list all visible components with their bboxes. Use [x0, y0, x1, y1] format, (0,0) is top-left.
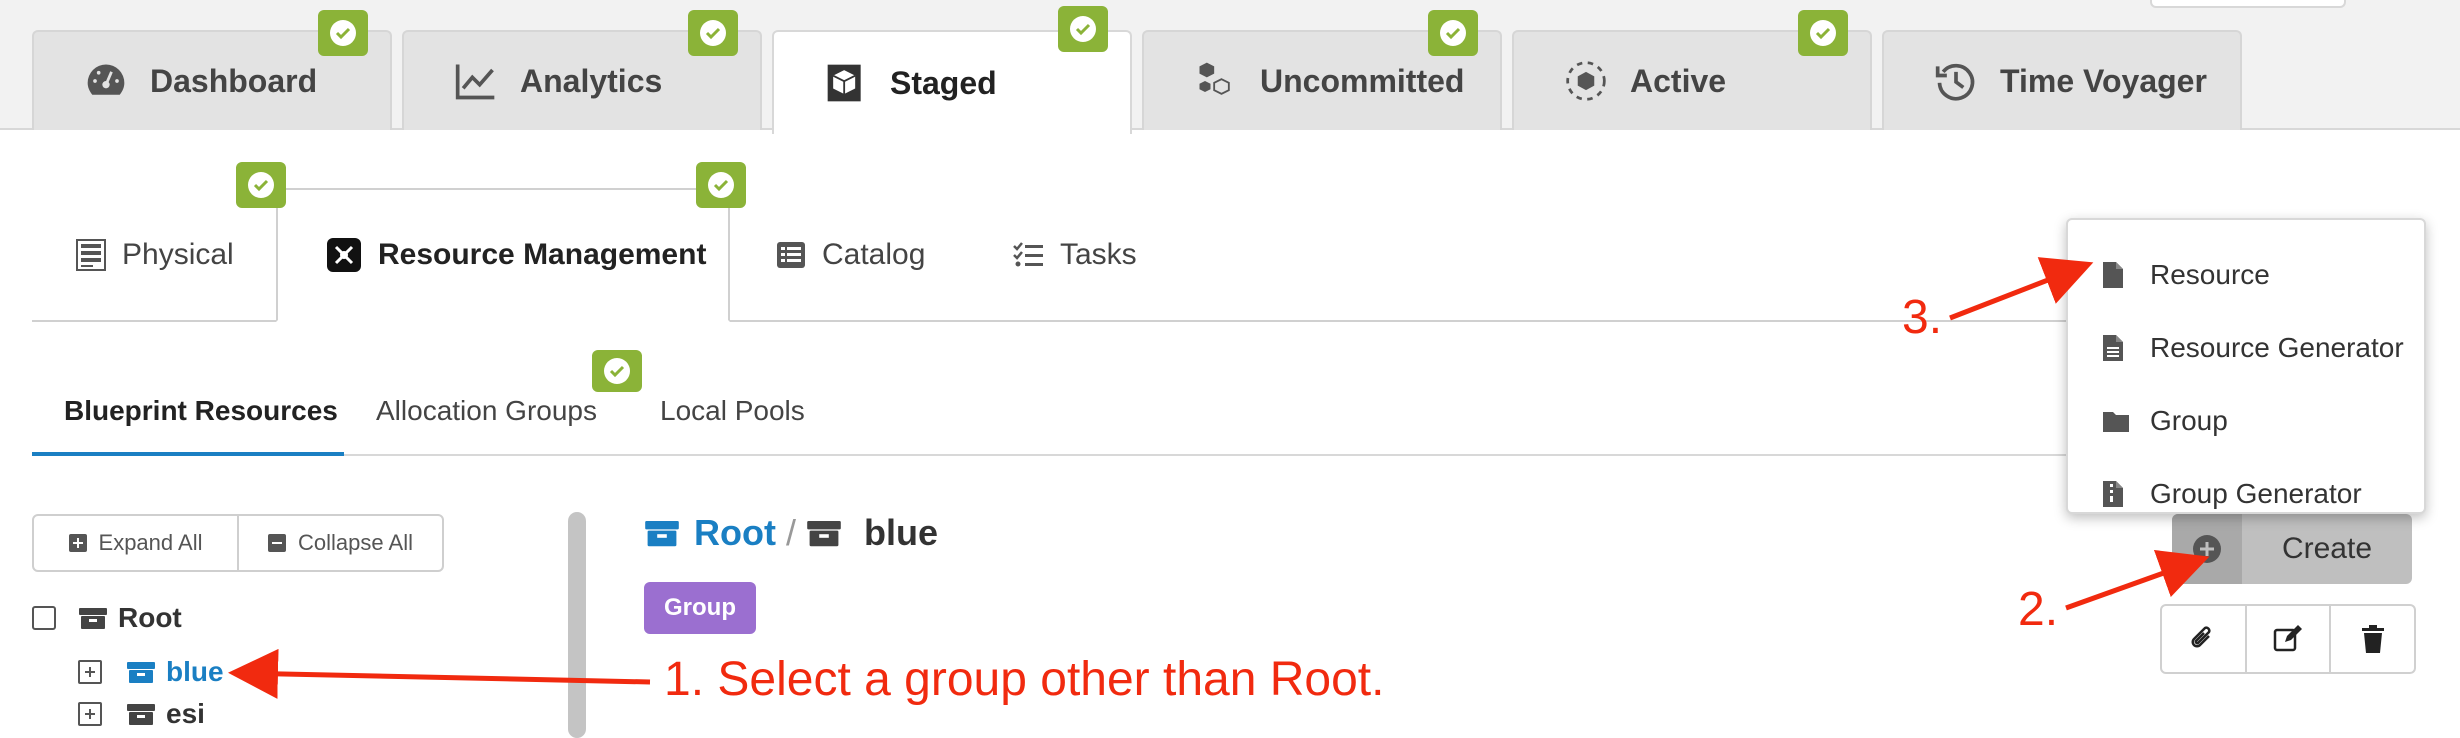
- check-icon: [688, 10, 738, 56]
- delete-button[interactable]: [2329, 606, 2414, 672]
- breadcrumb: Root / blue: [644, 512, 938, 554]
- arrow-to-blue: [228, 648, 651, 699]
- menu-item-label: Group: [2150, 404, 2228, 436]
- subtab-label: Tasks: [1060, 238, 1137, 271]
- expand-icon[interactable]: [78, 660, 102, 684]
- tab-label: Dashboard: [150, 62, 318, 99]
- archive-icon: [645, 521, 679, 547]
- archive-icon: [807, 521, 841, 547]
- type-badge: Group: [644, 582, 756, 634]
- tree-node-label: esi: [166, 698, 205, 729]
- expand-all-label: Expand All: [98, 530, 203, 555]
- check-icon: [1058, 6, 1108, 52]
- menu-item-label: Resource Generator: [2150, 331, 2404, 363]
- breadcrumb-current: blue: [863, 512, 938, 553]
- tab-blueprint-resources[interactable]: Blueprint Resources: [64, 395, 338, 427]
- chart-line-icon: [450, 59, 502, 103]
- paperclip-icon: [2191, 626, 2211, 648]
- check-icon: [1798, 10, 1848, 56]
- tab-label: Time Voyager: [2000, 62, 2207, 99]
- tab-label: Active: [1630, 62, 1727, 99]
- gauge-icon: [80, 59, 132, 103]
- menu-item-label: Resource: [2150, 258, 2270, 290]
- server-icon: [76, 239, 106, 271]
- tab-label: Analytics: [520, 62, 663, 99]
- collapse-all-label: Collapse All: [298, 530, 413, 555]
- subtab-label: Catalog: [822, 238, 926, 271]
- root-checkbox[interactable]: [32, 606, 56, 630]
- attach-button[interactable]: [2162, 606, 2245, 672]
- minus-square-icon: [268, 534, 287, 552]
- check-icon: [592, 350, 642, 392]
- check-icon: [1428, 10, 1478, 56]
- menu-item-group-generator[interactable]: Group Generator: [2068, 457, 2424, 530]
- arrow-to-resource: [1949, 257, 2094, 321]
- file-icon: [2102, 261, 2132, 289]
- top-right-control[interactable]: [2150, 0, 2346, 8]
- tree-node-root[interactable]: Root: [32, 602, 182, 634]
- subtab-catalog[interactable]: Catalog: [776, 188, 925, 322]
- tab-label: Staged: [890, 64, 997, 101]
- tree-node-label: Root: [118, 602, 182, 633]
- annotation-step-3: 3.: [1902, 291, 1943, 344]
- tab-local-pools[interactable]: Local Pools: [660, 395, 805, 427]
- collapse-all-button[interactable]: Collapse All: [237, 516, 442, 570]
- tree-node-label: blue: [166, 656, 224, 687]
- tab-time-voyager[interactable]: Time Voyager: [1882, 30, 2242, 130]
- cubes-icon: [1190, 59, 1242, 103]
- folder-icon: [2102, 409, 2132, 433]
- page: Dashboard Analytics Staged Uncommitted A…: [0, 0, 2460, 738]
- tree-node-esi[interactable]: esi: [78, 698, 205, 730]
- active-cube-icon: [1560, 59, 1612, 103]
- subtab-label: Physical: [122, 238, 234, 271]
- file-zip-icon: [2102, 480, 2132, 508]
- list-icon: [776, 241, 806, 269]
- active-tab-indicator: [32, 452, 344, 456]
- history-icon: [1930, 59, 1982, 103]
- subtab-physical[interactable]: Physical: [76, 188, 234, 322]
- tree-node-blue[interactable]: blue: [78, 656, 224, 688]
- trash-icon: [2361, 625, 2384, 653]
- expand-icon[interactable]: [78, 702, 102, 726]
- subtab-label: Resource Management: [378, 238, 707, 271]
- create-dropdown-menu: Resource Resource Generator Group Group …: [2066, 218, 2426, 514]
- item-actions: [2160, 604, 2416, 674]
- create-label: Create: [2281, 532, 2373, 565]
- check-icon: [318, 10, 368, 56]
- tasks-icon: [1012, 241, 1044, 269]
- tab-label: Uncommitted: [1260, 62, 1465, 99]
- archive-icon: [127, 704, 155, 725]
- check-icon: [696, 162, 746, 208]
- archive-icon: [79, 608, 107, 629]
- menu-item-resource-generator[interactable]: Resource Generator: [2068, 311, 2424, 384]
- staged-cube-icon: [820, 61, 872, 105]
- archive-icon: [127, 662, 155, 683]
- breadcrumb-root-link[interactable]: Root: [694, 512, 776, 554]
- edit-icon: [2273, 625, 2302, 652]
- tab-allocation-groups[interactable]: Allocation Groups: [376, 395, 597, 427]
- menu-item-group[interactable]: Group: [2068, 384, 2424, 457]
- tree-scrollbar[interactable]: [568, 512, 586, 738]
- plus-square-icon: [68, 534, 87, 552]
- annotation-step-1: 1. Select a group other than Root.: [664, 653, 1385, 706]
- subtab-resource-management[interactable]: Resource Management: [276, 188, 730, 322]
- resource-icon: [326, 237, 362, 273]
- check-icon: [236, 162, 286, 208]
- annotation-step-2: 2.: [2018, 583, 2059, 636]
- breadcrumb-separator: /: [785, 512, 796, 553]
- menu-item-label: Group Generator: [2150, 477, 2362, 509]
- menu-item-resource[interactable]: Resource: [2068, 238, 2424, 311]
- tree-controls: Expand All Collapse All: [32, 514, 444, 572]
- file-text-icon: [2102, 334, 2132, 362]
- expand-all-button[interactable]: Expand All: [34, 516, 237, 570]
- subtab-tasks[interactable]: Tasks: [1012, 188, 1137, 322]
- edit-button[interactable]: [2244, 606, 2330, 672]
